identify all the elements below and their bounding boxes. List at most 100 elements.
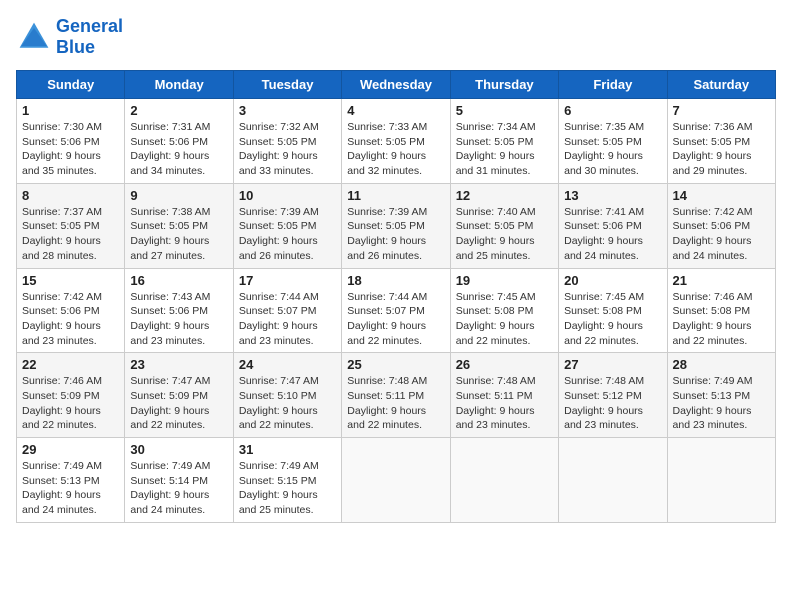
day-info: Sunrise: 7:35 AMSunset: 5:05 PMDaylight:… — [564, 120, 661, 179]
calendar-day-9: 9 Sunrise: 7:38 AMSunset: 5:05 PMDaylight… — [125, 183, 233, 268]
day-number: 10 — [239, 188, 336, 203]
day-number: 31 — [239, 442, 336, 457]
calendar-day-12: 12 Sunrise: 7:40 AMSunset: 5:05 PMDayligh… — [450, 183, 558, 268]
calendar-day-15: 15 Sunrise: 7:42 AMSunset: 5:06 PMDayligh… — [17, 268, 125, 353]
calendar-day-4: 4 Sunrise: 7:33 AMSunset: 5:05 PMDaylight… — [342, 99, 450, 184]
calendar-day-19: 19 Sunrise: 7:45 AMSunset: 5:08 PMDayligh… — [450, 268, 558, 353]
day-number: 15 — [22, 273, 119, 288]
day-number: 14 — [673, 188, 770, 203]
day-number: 7 — [673, 103, 770, 118]
calendar-day-22: 22 Sunrise: 7:46 AMSunset: 5:09 PMDayligh… — [17, 353, 125, 438]
calendar-day-7: 7Sunrise: 7:36 AMSunset: 5:05 PMDaylight… — [667, 99, 775, 184]
calendar-day-2: 2 Sunrise: 7:31 AMSunset: 5:06 PMDaylight… — [125, 99, 233, 184]
weekday-header-monday: Monday — [125, 71, 233, 99]
day-info: Sunrise: 7:49 AMSunset: 5:14 PMDaylight:… — [130, 459, 227, 518]
calendar-day-1: 1 Sunrise: 7:30 AMSunset: 5:06 PMDaylight… — [17, 99, 125, 184]
day-info: Sunrise: 7:44 AMSunset: 5:07 PMDaylight:… — [239, 290, 336, 349]
calendar-day-6: 6 Sunrise: 7:35 AMSunset: 5:05 PMDaylight… — [559, 99, 667, 184]
day-info: Sunrise: 7:45 AMSunset: 5:08 PMDaylight:… — [564, 290, 661, 349]
day-number: 17 — [239, 273, 336, 288]
day-number: 1 — [22, 103, 119, 118]
logo-text: General Blue — [56, 16, 123, 58]
empty-cell — [559, 438, 667, 523]
day-number: 30 — [130, 442, 227, 457]
empty-cell — [342, 438, 450, 523]
calendar-day-5: 5Sunrise: 7:34 AMSunset: 5:05 PMDaylight… — [450, 99, 558, 184]
calendar-day-8: 8 Sunrise: 7:37 AMSunset: 5:05 PMDaylight… — [17, 183, 125, 268]
day-number: 2 — [130, 103, 227, 118]
day-info: Sunrise: 7:49 AMSunset: 5:13 PMDaylight:… — [22, 459, 119, 518]
day-info: Sunrise: 7:38 AMSunset: 5:05 PMDaylight:… — [130, 205, 227, 264]
day-info: Sunrise: 7:46 AMSunset: 5:09 PMDaylight:… — [22, 374, 119, 433]
day-info: Sunrise: 7:42 AMSunset: 5:06 PMDaylight:… — [22, 290, 119, 349]
calendar-day-3: 3Sunrise: 7:32 AMSunset: 5:05 PMDaylight… — [233, 99, 341, 184]
day-number: 21 — [673, 273, 770, 288]
day-number: 4 — [347, 103, 444, 118]
day-info: Sunrise: 7:40 AMSunset: 5:05 PMDaylight:… — [456, 205, 553, 264]
calendar-day-31: 31 Sunrise: 7:49 AMSunset: 5:15 PMDayligh… — [233, 438, 341, 523]
weekday-header-thursday: Thursday — [450, 71, 558, 99]
day-number: 20 — [564, 273, 661, 288]
day-number: 28 — [673, 357, 770, 372]
day-info: Sunrise: 7:48 AMSunset: 5:12 PMDaylight:… — [564, 374, 661, 433]
calendar-body: 1 Sunrise: 7:30 AMSunset: 5:06 PMDaylight… — [17, 99, 776, 523]
logo-icon — [16, 19, 52, 55]
calendar-day-24: 24 Sunrise: 7:47 AMSunset: 5:10 PMDayligh… — [233, 353, 341, 438]
calendar-day-13: 13Sunrise: 7:41 AMSunset: 5:06 PMDayligh… — [559, 183, 667, 268]
day-number: 9 — [130, 188, 227, 203]
calendar-table: SundayMondayTuesdayWednesdayThursdayFrid… — [16, 70, 776, 523]
empty-cell — [450, 438, 558, 523]
day-info: Sunrise: 7:45 AMSunset: 5:08 PMDaylight:… — [456, 290, 553, 349]
day-number: 11 — [347, 188, 444, 203]
day-info: Sunrise: 7:49 AMSunset: 5:15 PMDaylight:… — [239, 459, 336, 518]
calendar-day-17: 17 Sunrise: 7:44 AMSunset: 5:07 PMDayligh… — [233, 268, 341, 353]
calendar-day-10: 10Sunrise: 7:39 AMSunset: 5:05 PMDayligh… — [233, 183, 341, 268]
weekday-header-saturday: Saturday — [667, 71, 775, 99]
day-number: 13 — [564, 188, 661, 203]
day-info: Sunrise: 7:30 AMSunset: 5:06 PMDaylight:… — [22, 120, 119, 179]
day-number: 5 — [456, 103, 553, 118]
logo: General Blue — [16, 16, 123, 58]
day-info: Sunrise: 7:37 AMSunset: 5:05 PMDaylight:… — [22, 205, 119, 264]
day-number: 12 — [456, 188, 553, 203]
calendar-day-20: 20 Sunrise: 7:45 AMSunset: 5:08 PMDayligh… — [559, 268, 667, 353]
day-info: Sunrise: 7:47 AMSunset: 5:09 PMDaylight:… — [130, 374, 227, 433]
weekday-header-friday: Friday — [559, 71, 667, 99]
day-number: 25 — [347, 357, 444, 372]
calendar-week-2: 8 Sunrise: 7:37 AMSunset: 5:05 PMDaylight… — [17, 183, 776, 268]
calendar-week-3: 15 Sunrise: 7:42 AMSunset: 5:06 PMDayligh… — [17, 268, 776, 353]
weekday-header-tuesday: Tuesday — [233, 71, 341, 99]
calendar-day-23: 23 Sunrise: 7:47 AMSunset: 5:09 PMDayligh… — [125, 353, 233, 438]
day-info: Sunrise: 7:33 AMSunset: 5:05 PMDaylight:… — [347, 120, 444, 179]
calendar-week-5: 29Sunrise: 7:49 AMSunset: 5:13 PMDayligh… — [17, 438, 776, 523]
day-number: 16 — [130, 273, 227, 288]
calendar-day-27: 27 Sunrise: 7:48 AMSunset: 5:12 PMDayligh… — [559, 353, 667, 438]
day-number: 22 — [22, 357, 119, 372]
weekday-header-sunday: Sunday — [17, 71, 125, 99]
day-number: 8 — [22, 188, 119, 203]
calendar-day-26: 26 Sunrise: 7:48 AMSunset: 5:11 PMDayligh… — [450, 353, 558, 438]
day-number: 27 — [564, 357, 661, 372]
day-info: Sunrise: 7:39 AMSunset: 5:05 PMDaylight:… — [347, 205, 444, 264]
empty-cell — [667, 438, 775, 523]
calendar-week-1: 1 Sunrise: 7:30 AMSunset: 5:06 PMDaylight… — [17, 99, 776, 184]
calendar-week-4: 22 Sunrise: 7:46 AMSunset: 5:09 PMDayligh… — [17, 353, 776, 438]
day-info: Sunrise: 7:32 AMSunset: 5:05 PMDaylight:… — [239, 120, 336, 179]
calendar-day-28: 28 Sunrise: 7:49 AMSunset: 5:13 PMDayligh… — [667, 353, 775, 438]
calendar-day-11: 11 Sunrise: 7:39 AMSunset: 5:05 PMDayligh… — [342, 183, 450, 268]
day-number: 18 — [347, 273, 444, 288]
calendar-day-21: 21Sunrise: 7:46 AMSunset: 5:08 PMDayligh… — [667, 268, 775, 353]
day-number: 19 — [456, 273, 553, 288]
day-number: 6 — [564, 103, 661, 118]
day-number: 26 — [456, 357, 553, 372]
calendar-day-29: 29Sunrise: 7:49 AMSunset: 5:13 PMDayligh… — [17, 438, 125, 523]
day-info: Sunrise: 7:49 AMSunset: 5:13 PMDaylight:… — [673, 374, 770, 433]
calendar-day-30: 30 Sunrise: 7:49 AMSunset: 5:14 PMDayligh… — [125, 438, 233, 523]
day-info: Sunrise: 7:31 AMSunset: 5:06 PMDaylight:… — [130, 120, 227, 179]
calendar-day-25: 25Sunrise: 7:48 AMSunset: 5:11 PMDayligh… — [342, 353, 450, 438]
day-number: 23 — [130, 357, 227, 372]
day-info: Sunrise: 7:47 AMSunset: 5:10 PMDaylight:… — [239, 374, 336, 433]
day-info: Sunrise: 7:48 AMSunset: 5:11 PMDaylight:… — [456, 374, 553, 433]
page-header: General Blue — [16, 16, 776, 58]
day-number: 24 — [239, 357, 336, 372]
